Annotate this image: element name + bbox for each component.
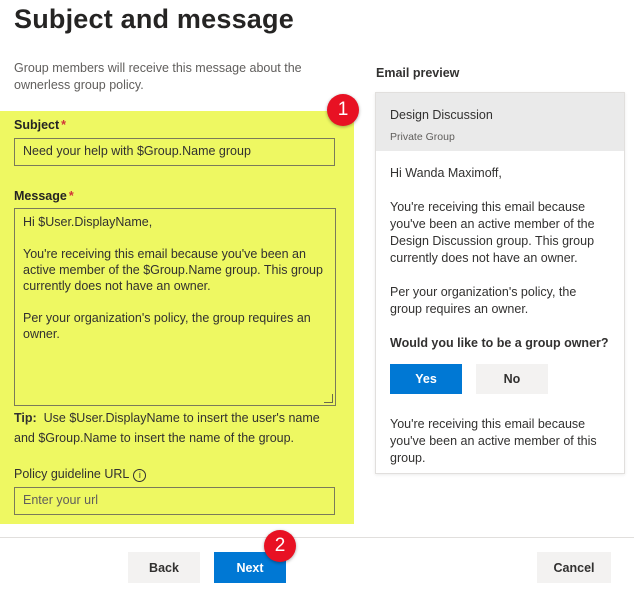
info-icon[interactable]: i: [133, 469, 147, 482]
email-preview-heading: Email preview: [376, 66, 460, 80]
tip-text: Tip: Use $User.DisplayName to insert the…: [14, 408, 334, 448]
no-button[interactable]: No: [476, 364, 548, 394]
preview-group-type: Private Group: [390, 131, 455, 143]
yes-button[interactable]: Yes: [390, 364, 462, 394]
subject-label: Subject *: [14, 118, 66, 132]
message-textarea[interactable]: Hi $User.DisplayName, You're receiving t…: [14, 208, 336, 406]
back-button[interactable]: Back: [128, 552, 200, 583]
resize-handle-icon[interactable]: [324, 394, 333, 403]
preview-body: Hi Wanda Maximoff, You're receiving this…: [376, 151, 624, 467]
preview-group-name: Design Discussion: [390, 108, 493, 122]
message-line: Per your organization's policy, the grou…: [23, 311, 311, 341]
message-label-text: Message: [14, 189, 67, 203]
preview-paragraph: Per your organization's policy, the grou…: [390, 285, 577, 316]
footer-divider: [0, 537, 634, 538]
tip-body: Use $User.DisplayName to insert the user…: [14, 411, 320, 445]
intro-text: Group members will receive this message …: [14, 61, 302, 92]
subject-input[interactable]: Need your help with $Group.Name group: [14, 138, 335, 166]
policy-url-input[interactable]: Enter your url: [14, 487, 335, 515]
preview-footer-text: You're receiving this email because you'…: [390, 417, 597, 465]
subject-label-text: Subject: [14, 118, 60, 132]
required-marker: *: [61, 118, 67, 132]
cancel-button[interactable]: Cancel: [537, 552, 611, 583]
preview-button-row: Yes No: [390, 364, 610, 394]
required-marker: *: [68, 189, 74, 203]
policy-label-text: Policy guideline URL: [14, 467, 130, 481]
page-title: Subject and message: [14, 4, 294, 34]
preview-paragraph: You're receiving this email because you'…: [390, 200, 595, 265]
annotation-badge-1: 1: [327, 94, 359, 126]
message-line: Hi $User.DisplayName,: [23, 215, 153, 229]
annotation-badge-2: 2: [264, 530, 296, 562]
policy-label: Policy guideline URL i: [14, 467, 147, 482]
email-preview-card: Design Discussion Private Group Hi Wanda…: [375, 92, 625, 474]
preview-header: Design Discussion Private Group: [376, 93, 624, 151]
message-line: You're receiving this email because you'…: [23, 247, 323, 293]
tip-label: Tip:: [14, 411, 37, 425]
message-label: Message *: [14, 189, 74, 203]
preview-question: Would you like to be a group owner?: [390, 336, 609, 350]
preview-greeting: Hi Wanda Maximoff,: [390, 166, 502, 180]
